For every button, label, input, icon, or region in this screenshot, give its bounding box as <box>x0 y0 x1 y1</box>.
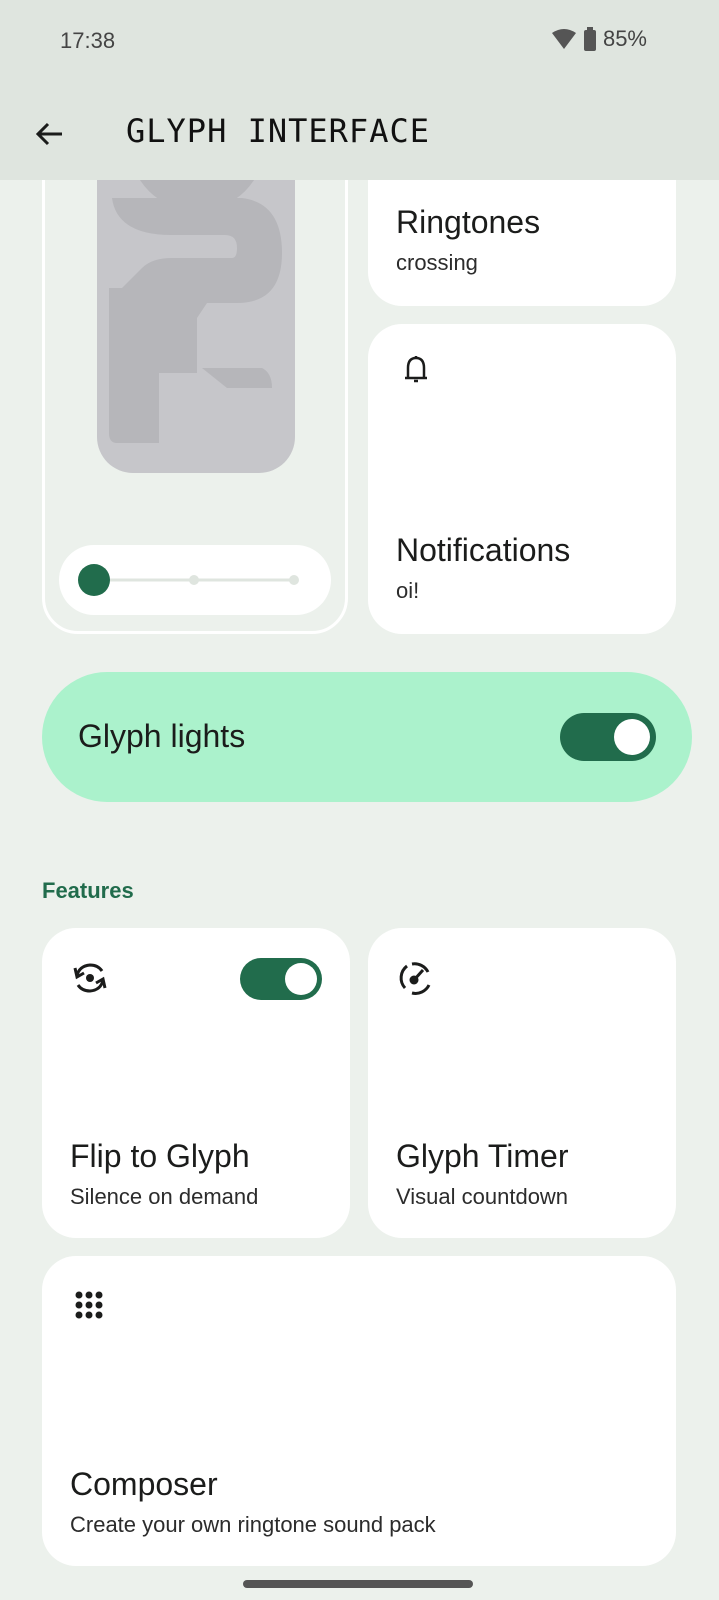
battery-percent: 85% <box>602 26 647 51</box>
arrow-back-icon[interactable] <box>28 112 72 156</box>
style-stepper[interactable] <box>59 545 331 615</box>
stepper-step-1-selected[interactable] <box>78 564 110 596</box>
bell-icon <box>405 356 427 383</box>
battery-icon <box>583 27 596 51</box>
ringtones-subtitle: crossing <box>396 250 478 275</box>
home-indicator[interactable] <box>243 1580 473 1588</box>
phone-illustration <box>97 143 295 473</box>
features-heading: Features <box>42 878 134 903</box>
stepper-step-3[interactable] <box>289 575 299 585</box>
app-bar: GLYPH INTERFACE <box>0 90 719 180</box>
status-icons: 85% <box>551 26 647 52</box>
glyph-timer-subtitle: Visual countdown <box>396 1184 569 1209</box>
glyph-timer-title: Glyph Timer <box>396 1138 569 1174</box>
flip-to-glyph-title: Flip to Glyph <box>70 1138 250 1174</box>
glyph-preview-card <box>42 140 348 634</box>
glyph-lights-toggle[interactable] <box>560 713 656 761</box>
dot-grid-icon <box>75 1291 103 1319</box>
notifications-card[interactable]: Notifications oi! <box>368 324 676 634</box>
flip-to-glyph-toggle[interactable] <box>240 958 322 1000</box>
timer-icon <box>399 962 431 995</box>
flip-rotate-icon <box>73 963 107 993</box>
composer-title: Composer <box>70 1466 218 1502</box>
stepper-track[interactable] <box>59 545 331 615</box>
composer-card[interactable]: Composer Create your own ringtone sound … <box>42 1256 676 1566</box>
wifi-icon <box>551 29 576 49</box>
ringtones-title: Ringtones <box>396 204 541 240</box>
glyph-lights-label: Glyph lights <box>78 718 246 754</box>
notifications-title: Notifications <box>396 532 571 568</box>
status-time: 17:38 <box>60 28 116 53</box>
status-bar: 17:38 85% <box>0 0 719 90</box>
flip-to-glyph-subtitle: Silence on demand <box>70 1184 259 1209</box>
flip-to-glyph-card[interactable]: Flip to Glyph Silence on demand <box>42 928 350 1238</box>
page-title: GLYPH INTERFACE <box>126 112 430 150</box>
stepper-step-2[interactable] <box>189 575 199 585</box>
glyph-timer-card[interactable]: Glyph Timer Visual countdown <box>368 928 676 1238</box>
glyph-lights-row[interactable]: Glyph lights <box>42 672 692 802</box>
composer-subtitle: Create your own ringtone sound pack <box>70 1512 436 1537</box>
notifications-subtitle: oi! <box>396 578 420 603</box>
